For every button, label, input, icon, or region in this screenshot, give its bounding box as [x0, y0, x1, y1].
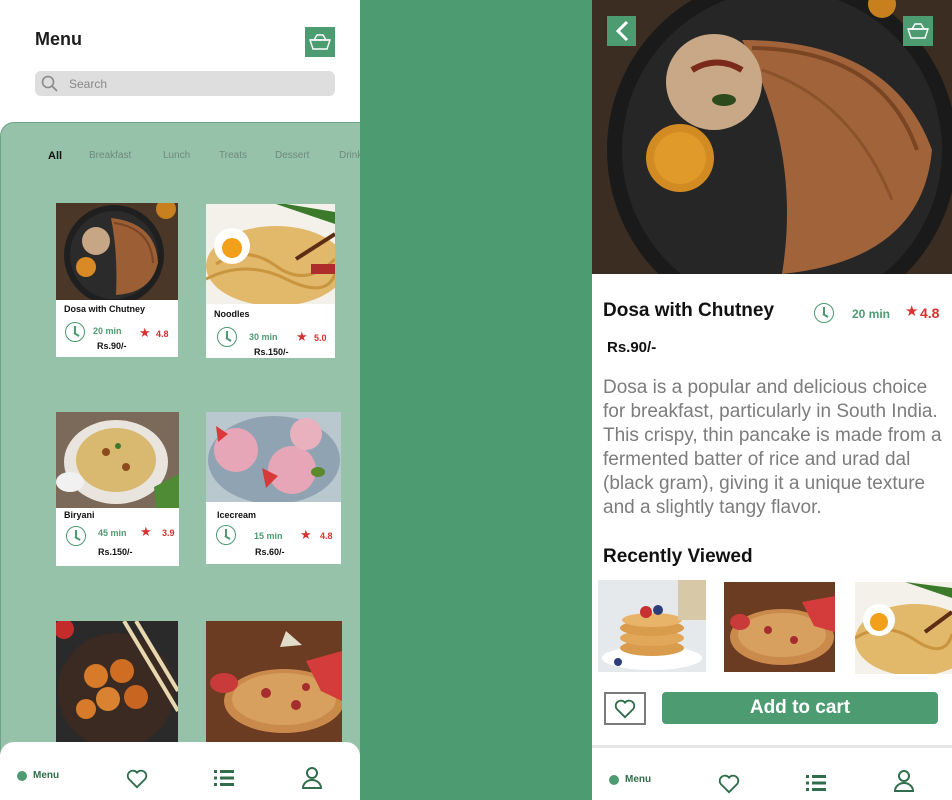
- food-name: Dosa with Chutney: [64, 304, 146, 314]
- food-card-dosa[interactable]: Dosa with Chutney 20 min ★ 4.8 Rs.90/-: [56, 203, 178, 357]
- list-icon[interactable]: [806, 774, 826, 792]
- heart-icon: [614, 699, 636, 718]
- price: Rs.90/-: [97, 341, 127, 351]
- heart-icon[interactable]: [718, 774, 740, 794]
- basket-button[interactable]: [305, 27, 335, 57]
- food-description: Dosa is a popular and delicious choice f…: [603, 377, 942, 518]
- tab-dessert[interactable]: Dessert: [275, 150, 309, 161]
- momos-image: [56, 621, 178, 761]
- food-card-noodles[interactable]: Noodles 30 min ★ 5.0 Rs.150/-: [206, 204, 335, 358]
- nav-menu-label: Menu: [33, 770, 60, 781]
- clock-icon: [66, 526, 86, 546]
- recently-viewed-heading: Recently Viewed: [603, 546, 753, 567]
- star-icon: ★: [905, 303, 919, 320]
- add-to-cart-button[interactable]: Add to cart: [662, 692, 938, 724]
- food-name: Biryani: [64, 510, 95, 520]
- nav-menu[interactable]: Menu: [17, 770, 59, 781]
- tab-breakfast[interactable]: Breakfast: [89, 150, 131, 161]
- basket-button[interactable]: [903, 16, 933, 46]
- recent-thumb-noodles[interactable]: [855, 582, 952, 674]
- menu-screen: Menu Search All Breakfast Lunch Treats D…: [0, 0, 360, 800]
- active-indicator: [609, 774, 619, 785]
- dosa-image: [56, 203, 178, 300]
- rating-value: 4.8: [320, 531, 333, 541]
- price: Rs.150/-: [254, 347, 289, 357]
- star-icon: ★: [300, 527, 312, 542]
- pizza-image: [206, 621, 342, 761]
- star-icon: ★: [140, 524, 152, 539]
- food-name: Noodles: [214, 309, 250, 319]
- rating-value: 5.0: [314, 333, 327, 343]
- user-icon[interactable]: [302, 766, 322, 790]
- divider: [592, 745, 952, 748]
- detail-screen: Dosa with Chutney 20 min ★ 4.8 Rs.90/- D…: [592, 0, 952, 800]
- favorite-button[interactable]: [604, 692, 646, 725]
- rating-value: 4.8: [920, 305, 940, 321]
- tab-lunch[interactable]: Lunch: [163, 150, 190, 161]
- category-tabs: All Breakfast Lunch Treats Dessert Drink…: [48, 150, 360, 164]
- star-icon: ★: [296, 329, 308, 344]
- prep-time: 20 min: [852, 307, 891, 321]
- clock-icon: [65, 322, 85, 342]
- food-card-icecream[interactable]: Icecream 15 min ★ 4.8 Rs.60/-: [206, 412, 341, 564]
- bottom-nav: Menu: [592, 749, 952, 800]
- back-arrow-icon: [615, 20, 628, 42]
- clock-icon: [217, 327, 237, 347]
- active-indicator: [17, 770, 27, 781]
- back-button[interactable]: [607, 16, 636, 46]
- nav-menu[interactable]: Menu: [609, 774, 651, 785]
- food-card-momos[interactable]: [56, 621, 178, 761]
- user-icon[interactable]: [894, 769, 914, 793]
- nav-menu-label: Menu: [625, 774, 652, 785]
- heart-icon[interactable]: [126, 769, 148, 789]
- food-card-pizza[interactable]: [206, 621, 342, 761]
- food-title: Dosa with Chutney: [603, 300, 775, 321]
- rating-value: 4.8: [156, 329, 169, 339]
- clock-icon: [216, 525, 236, 545]
- basket-icon: [309, 34, 331, 50]
- search-icon: [41, 75, 58, 92]
- tab-all[interactable]: All: [48, 150, 62, 162]
- price: Rs.90/-: [607, 339, 657, 356]
- price: Rs.60/-: [255, 547, 285, 557]
- prep-time: 45 min: [98, 528, 127, 538]
- prep-time: 30 min: [249, 332, 278, 342]
- search-input[interactable]: Search: [35, 71, 335, 96]
- icecream-image: [206, 412, 341, 502]
- rating-value: 3.9: [162, 528, 175, 538]
- food-name: Icecream: [217, 510, 257, 520]
- dosa-hero-image: [592, 0, 952, 274]
- recent-thumb-pizza[interactable]: [724, 582, 835, 672]
- clock-icon: [814, 303, 834, 323]
- biryani-image: [56, 412, 179, 508]
- noodles-image: [206, 204, 335, 304]
- tab-drinks[interactable]: Drinks: [339, 150, 360, 161]
- page-title: Menu: [35, 29, 82, 49]
- star-icon: ★: [139, 325, 151, 340]
- basket-icon: [907, 23, 929, 39]
- prep-time: 15 min: [254, 531, 283, 541]
- prep-time: 20 min: [93, 326, 122, 336]
- recent-thumb-pancakes[interactable]: [598, 580, 706, 672]
- food-card-biryani[interactable]: Biryani 45 min ★ 3.9 Rs.150/-: [56, 412, 179, 566]
- tab-treats[interactable]: Treats: [219, 150, 247, 161]
- list-icon[interactable]: [214, 769, 234, 787]
- price: Rs.150/-: [98, 547, 133, 557]
- search-placeholder: Search: [69, 76, 108, 91]
- bottom-nav: Menu: [0, 742, 360, 800]
